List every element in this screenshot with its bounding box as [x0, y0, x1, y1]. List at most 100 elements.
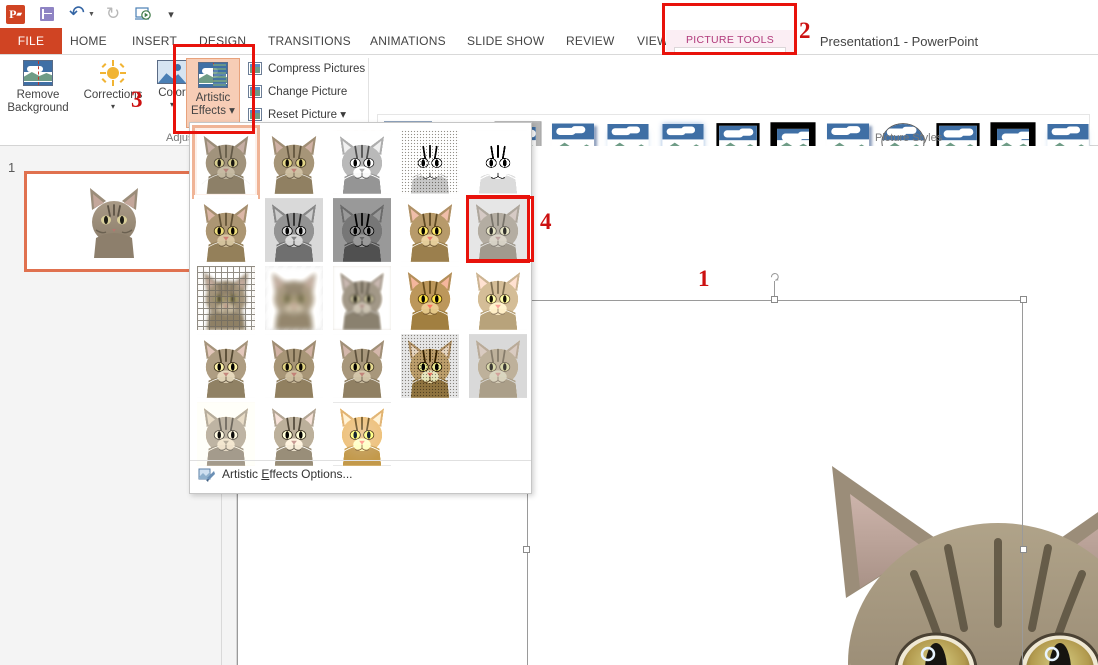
tab-review[interactable]: REVIEW [566, 28, 615, 54]
remove-background-label-line1: Remove [4, 89, 72, 102]
selection-edge-right [1022, 300, 1023, 665]
reset-picture-label: Reset Picture ▾ [268, 109, 346, 121]
resize-handle-middle-right[interactable] [1020, 546, 1027, 553]
effect-plastic-wrap[interactable] [398, 263, 462, 333]
effect-chalk-sketch[interactable] [194, 195, 258, 265]
effect-thumbnail-image [197, 266, 255, 330]
effect-line-drawing[interactable] [466, 127, 530, 197]
effect-thumbnail-image [469, 334, 527, 398]
speckle-overlay [401, 334, 459, 398]
artistic-effects-grid[interactable] [194, 127, 528, 452]
speckle-overlay [401, 130, 459, 194]
undo-dropdown-icon[interactable]: ▼ [86, 4, 96, 24]
ribbon-tab-bar: FILE HOME INSERT DESIGN TRANSITIONS ANIM… [0, 28, 1098, 54]
tab-file[interactable]: FILE [0, 28, 62, 54]
resize-handle-top-right[interactable] [1020, 296, 1027, 303]
effect-thumbnail-image [197, 334, 255, 398]
slide-number-label: 1 [8, 160, 15, 175]
effect-cement[interactable] [330, 263, 394, 333]
undo-icon[interactable]: ↶ [66, 4, 88, 24]
start-slideshow-icon[interactable] [132, 4, 154, 24]
artistic-effects-icon [198, 62, 228, 88]
tab-insert[interactable]: INSERT [132, 28, 177, 54]
window-title: Presentation1 - PowerPoint [700, 34, 1098, 52]
effect-marker[interactable] [262, 127, 326, 197]
artistic-effects-gallery-dropdown[interactable]: Artistic Effects Options... [189, 122, 532, 494]
effect-thumbnail-image [401, 266, 459, 330]
powerpoint-logo-icon: P▰ [6, 5, 25, 24]
effect-mosaic-bubbles[interactable] [194, 263, 258, 333]
artistic-effects-options-icon [198, 467, 216, 485]
effect-paint-strokes[interactable] [330, 195, 394, 265]
artistic-effects-button[interactable]: Artistic Effects ▾ [186, 58, 240, 128]
tab-view[interactable]: VIEW [637, 28, 668, 54]
effect-light-screen[interactable] [466, 331, 530, 401]
tab-home[interactable]: HOME [70, 28, 107, 54]
top-center-handle[interactable] [771, 296, 778, 303]
resize-handle-middle-left[interactable] [523, 546, 530, 553]
slide-thumbnail-cat-image [82, 180, 146, 260]
effect-thumbnail-image [265, 402, 323, 466]
color-icon [157, 60, 187, 84]
artistic-effects-label-line1: Artistic [187, 92, 239, 105]
effect-thumbnail-image [197, 402, 255, 466]
effect-glow-diffused[interactable] [466, 263, 530, 333]
effect-glass[interactable] [262, 263, 326, 333]
effect-thumbnail-image [333, 198, 391, 262]
effect-thumbnail-image [333, 402, 391, 466]
customize-qat-icon[interactable]: ▾ [160, 4, 182, 24]
rotate-icon[interactable] [770, 272, 779, 281]
effect-thumbnail-image [197, 198, 255, 262]
picture-selection-box[interactable] [527, 300, 1023, 665]
effect-thumbnail-image [333, 334, 391, 398]
effect-thumbnail-image [265, 334, 323, 398]
tab-slide-show[interactable]: SLIDE SHOW [467, 28, 544, 54]
effect-cutout[interactable] [262, 399, 326, 469]
rotation-stem [774, 281, 775, 296]
artistic-effects-options-label: Artistic Effects Options... [222, 467, 353, 481]
change-picture-icon [248, 85, 262, 98]
effect-thumbnail-image [469, 266, 527, 330]
effect-photocopy[interactable] [194, 399, 258, 469]
compress-pictures-button[interactable]: Compress Pictures [248, 60, 365, 78]
mosaic-grid-overlay [197, 266, 255, 330]
compress-pictures-icon [248, 62, 262, 75]
glow-overlay [333, 402, 391, 466]
ribbon-top-divider [0, 54, 1098, 55]
effect-pastels-smooth[interactable] [262, 331, 326, 401]
effect-paint-brush[interactable] [262, 195, 326, 265]
annotation-number-3: 3 [131, 87, 143, 113]
effect-crisscross-etching[interactable] [194, 331, 258, 401]
remove-background-label-line2: Background [4, 102, 72, 115]
annotation-number-1: 1 [698, 266, 710, 292]
effect-pencil-grayscale[interactable] [330, 127, 394, 197]
effect-blur[interactable] [398, 331, 462, 401]
redo-icon[interactable]: ↻ [102, 4, 124, 24]
effect-texturizer[interactable] [330, 331, 394, 401]
tab-transitions[interactable]: TRANSITIONS [268, 28, 351, 54]
corrections-sun-icon [100, 60, 126, 86]
artistic-effects-label-line2: Effects ▾ [187, 105, 239, 118]
effect-glowing-edges[interactable] [330, 399, 394, 469]
picture-styles-group-label: Picture Styles [875, 132, 942, 144]
change-picture-label: Change Picture [268, 86, 347, 98]
remove-background-button[interactable]: Remove Background [4, 60, 72, 114]
effect-watercolor-sponge[interactable] [398, 195, 462, 265]
effect-pencil-sketch[interactable] [398, 127, 462, 197]
slide-thumbnail-1[interactable] [24, 171, 204, 272]
effect-thumbnail-image [333, 266, 391, 330]
effect-none[interactable] [194, 127, 258, 197]
effect-thumbnail-image [265, 198, 323, 262]
artistic-effects-options-item[interactable]: Artistic Effects Options... [190, 461, 531, 493]
save-icon[interactable] [36, 4, 58, 24]
powerpoint-window: P▰ ↶ ▼ ↻ ▾ FILE HOME INSERT [0, 0, 1098, 665]
tab-design[interactable]: DESIGN [199, 28, 246, 54]
effect-film-grain[interactable] [466, 195, 530, 265]
effect-thumbnail-image [401, 130, 459, 194]
effect-thumbnail-image [401, 198, 459, 262]
annotation-number-2: 2 [799, 18, 811, 44]
change-picture-button[interactable]: Change Picture [248, 83, 347, 101]
annotation-number-4: 4 [540, 209, 552, 235]
effect-thumbnail-image [469, 130, 527, 194]
tab-animations[interactable]: ANIMATIONS [370, 28, 446, 54]
